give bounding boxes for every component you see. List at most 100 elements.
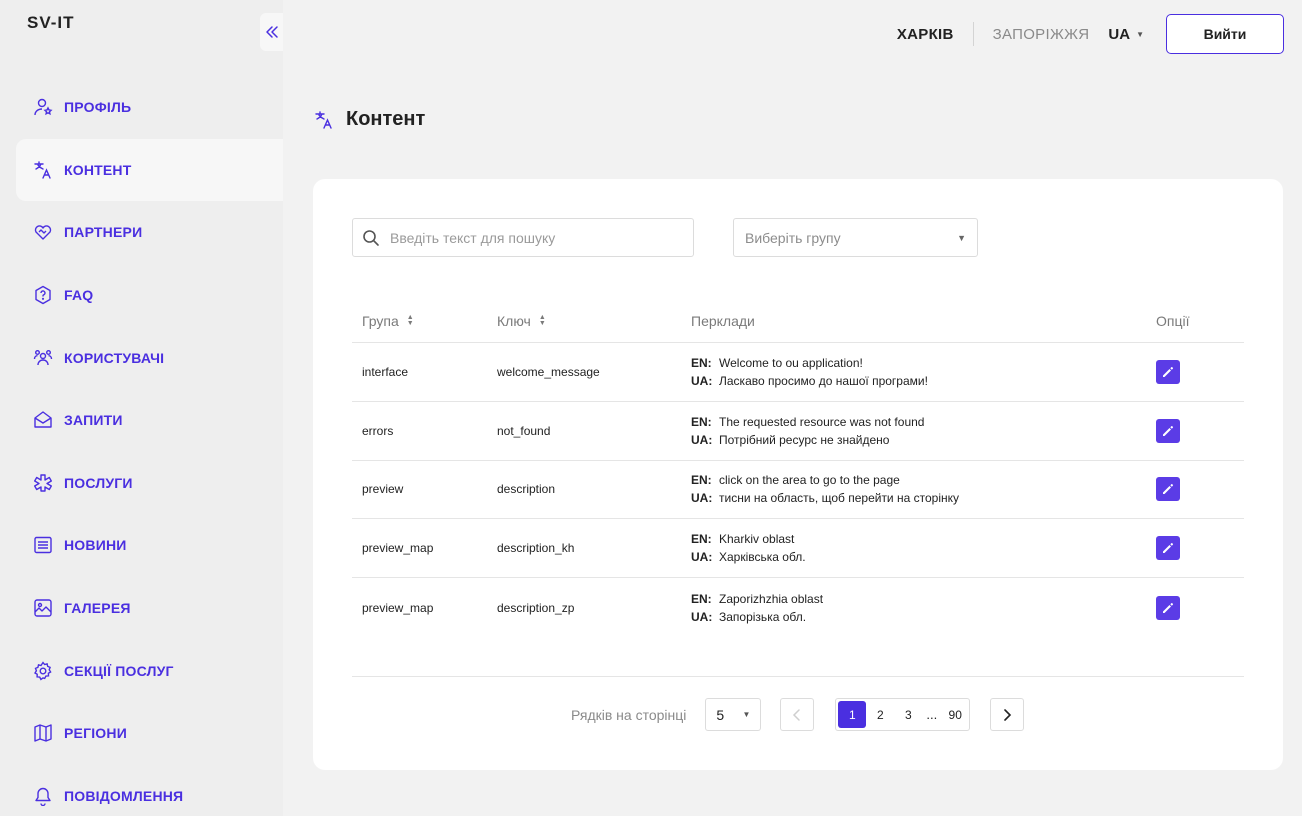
asterisk-icon: [33, 473, 53, 493]
edit-button[interactable]: [1156, 418, 1180, 443]
pencil-icon: [1163, 543, 1174, 554]
translate-icon: [314, 110, 334, 130]
edit-button[interactable]: [1156, 536, 1180, 561]
search-input[interactable]: [390, 229, 680, 246]
cell-translations: EN: Kharkiv oblast UA: Харківська обл.: [691, 532, 1156, 564]
page-button-1[interactable]: 1: [838, 701, 867, 728]
table-row: preview_map description_kh EN: Kharkiv ob…: [352, 519, 1244, 579]
translate-icon: [33, 160, 53, 180]
sidebar-item-label: FAQ: [64, 287, 94, 304]
translation-ua: тисни на область, щоб перейти на сторінк…: [719, 491, 959, 506]
edit-button[interactable]: [1156, 359, 1180, 384]
city-tab-zaporizhzhia[interactable]: ЗАПОРІЖЖЯ: [993, 26, 1090, 43]
cell-options: [1156, 477, 1244, 502]
cell-options: [1156, 359, 1244, 384]
cell-translations: EN: The requested resource was not found …: [691, 415, 1156, 447]
cell-key: welcome_message: [497, 364, 600, 379]
sidebar-item-users[interactable]: КОРИСТУВАЧІ: [16, 326, 283, 389]
page-button-2[interactable]: 2: [866, 701, 894, 728]
sidebar-item-services[interactable]: ПОСЛУГИ: [16, 452, 283, 515]
sidebar-item-label: РЕГІОНИ: [64, 725, 127, 742]
gear-icon: [33, 660, 53, 681]
edit-button[interactable]: [1156, 477, 1180, 502]
translation-en: click on the area to go to the page: [719, 473, 900, 488]
page-button-last[interactable]: 90: [941, 701, 969, 728]
sort-icon: ▲ ▼: [406, 313, 414, 327]
page-button-3[interactable]: 3: [894, 701, 922, 728]
sidebar-item-notifications[interactable]: ПОВІДОМЛЕННЯ: [16, 765, 283, 816]
logout-button[interactable]: Вийти: [1166, 14, 1284, 54]
map-icon: [33, 723, 53, 743]
ua-label: UA:: [691, 373, 713, 388]
cell-key: not_found: [497, 423, 551, 438]
collapse-sidebar-button[interactable]: [260, 13, 283, 51]
column-header-options: Опції: [1156, 312, 1190, 329]
table-header: Група ▲ ▼ Ключ ▲ ▼ Перклади Опції: [352, 299, 1244, 343]
ua-label: UA:: [691, 550, 713, 565]
sidebar-item-label: ГАЛЕРЕЯ: [64, 600, 131, 617]
next-page-button[interactable]: [990, 698, 1025, 731]
group-select-placeholder: Виберіть групу: [745, 229, 841, 246]
sidebar-item-regions[interactable]: РЕГІОНИ: [16, 702, 283, 765]
pencil-icon: [1163, 366, 1174, 377]
translation-en: The requested resource was not found: [719, 414, 925, 429]
group-select[interactable]: Виберіть групу ▼: [733, 218, 978, 257]
sidebar-item-label: ПОВІДОМЛЕННЯ: [64, 787, 184, 804]
ua-label: UA:: [691, 491, 713, 506]
sidebar-item-faq[interactable]: FAQ: [16, 264, 283, 327]
cell-options: [1156, 536, 1244, 561]
cell-group: errors: [362, 423, 394, 438]
table-row: errors not_found EN: The requested resour…: [352, 402, 1244, 461]
cell-key: description: [497, 482, 556, 497]
table-row: preview_map description_zp EN: Zaporizhzh…: [352, 578, 1244, 637]
divider: [972, 22, 974, 46]
table-row: preview description EN: click on the area…: [352, 461, 1244, 520]
translation-ua: Ласкаво просимо до нашої програми!: [719, 373, 928, 388]
cell-options: [1156, 595, 1244, 620]
language-value: UA: [1108, 25, 1131, 43]
sidebar-item-label: КОРИСТУВАЧІ: [64, 349, 165, 366]
page-ellipsis: ...: [926, 707, 938, 722]
sidebar-item-requests[interactable]: ЗАПИТИ: [16, 389, 283, 452]
search-field[interactable]: [352, 218, 694, 257]
column-header-key[interactable]: Ключ ▲ ▼: [497, 313, 691, 329]
sidebar-item-label: ПАРТНЕРИ: [64, 224, 143, 241]
sidebar-item-news[interactable]: НОВИНИ: [16, 514, 283, 577]
cell-options: [1156, 418, 1244, 443]
edit-button[interactable]: [1156, 595, 1180, 620]
en-label: EN:: [691, 532, 712, 547]
language-select[interactable]: UA ▼: [1108, 26, 1144, 43]
translation-en: Welcome to ou application!: [719, 355, 863, 370]
cell-group: preview_map: [362, 541, 434, 556]
page-title-text: Контент: [346, 108, 426, 130]
rows-per-page-label: Рядків на сторінці: [571, 706, 687, 723]
gallery-icon: [33, 598, 53, 618]
sidebar-item-partners[interactable]: ПАРТНЕРИ: [16, 201, 283, 264]
city-tab-kharkiv[interactable]: ХАРКІВ: [897, 26, 954, 43]
sidebar-item-service-sections[interactable]: СЕКЦІЇ ПОСЛУГ: [16, 639, 283, 702]
rows-per-page-value: 5: [716, 706, 725, 723]
prev-page-button[interactable]: [780, 698, 815, 731]
translation-en: Kharkiv oblast: [719, 532, 795, 547]
sidebar-item-content[interactable]: КОНТЕНТ: [16, 138, 283, 202]
pencil-icon: [1163, 425, 1174, 436]
ua-label: UA:: [691, 609, 713, 624]
column-header-label: Ключ: [497, 312, 531, 329]
logo: SV-IT: [27, 13, 75, 32]
content-table: Група ▲ ▼ Ключ ▲ ▼ Перклади Опції interfac…: [352, 299, 1244, 637]
pencil-icon: [1163, 602, 1174, 613]
ua-label: UA:: [691, 432, 713, 447]
translation-ua: Потрібний ресурс не знайдено: [719, 432, 890, 447]
caret-down-icon: ▼: [742, 710, 751, 719]
rows-per-page-select[interactable]: 5 ▼: [705, 698, 762, 731]
pencil-icon: [1163, 484, 1174, 495]
cell-translations: EN: Welcome to ou application! UA: Ласкаво…: [691, 356, 1156, 388]
sidebar-item-label: ЗАПИТИ: [64, 412, 123, 429]
cell-translations: EN: Zaporizhzhia oblast UA: Запорізька обл…: [691, 592, 1156, 624]
bell-icon: [33, 786, 53, 806]
sidebar-item-gallery[interactable]: ГАЛЕРЕЯ: [16, 577, 283, 640]
divider: [352, 676, 1244, 677]
column-header-label: Група: [362, 312, 399, 329]
column-header-group[interactable]: Група ▲ ▼: [352, 313, 497, 329]
sidebar-item-profile[interactable]: ПРОФІЛЬ: [16, 76, 283, 139]
